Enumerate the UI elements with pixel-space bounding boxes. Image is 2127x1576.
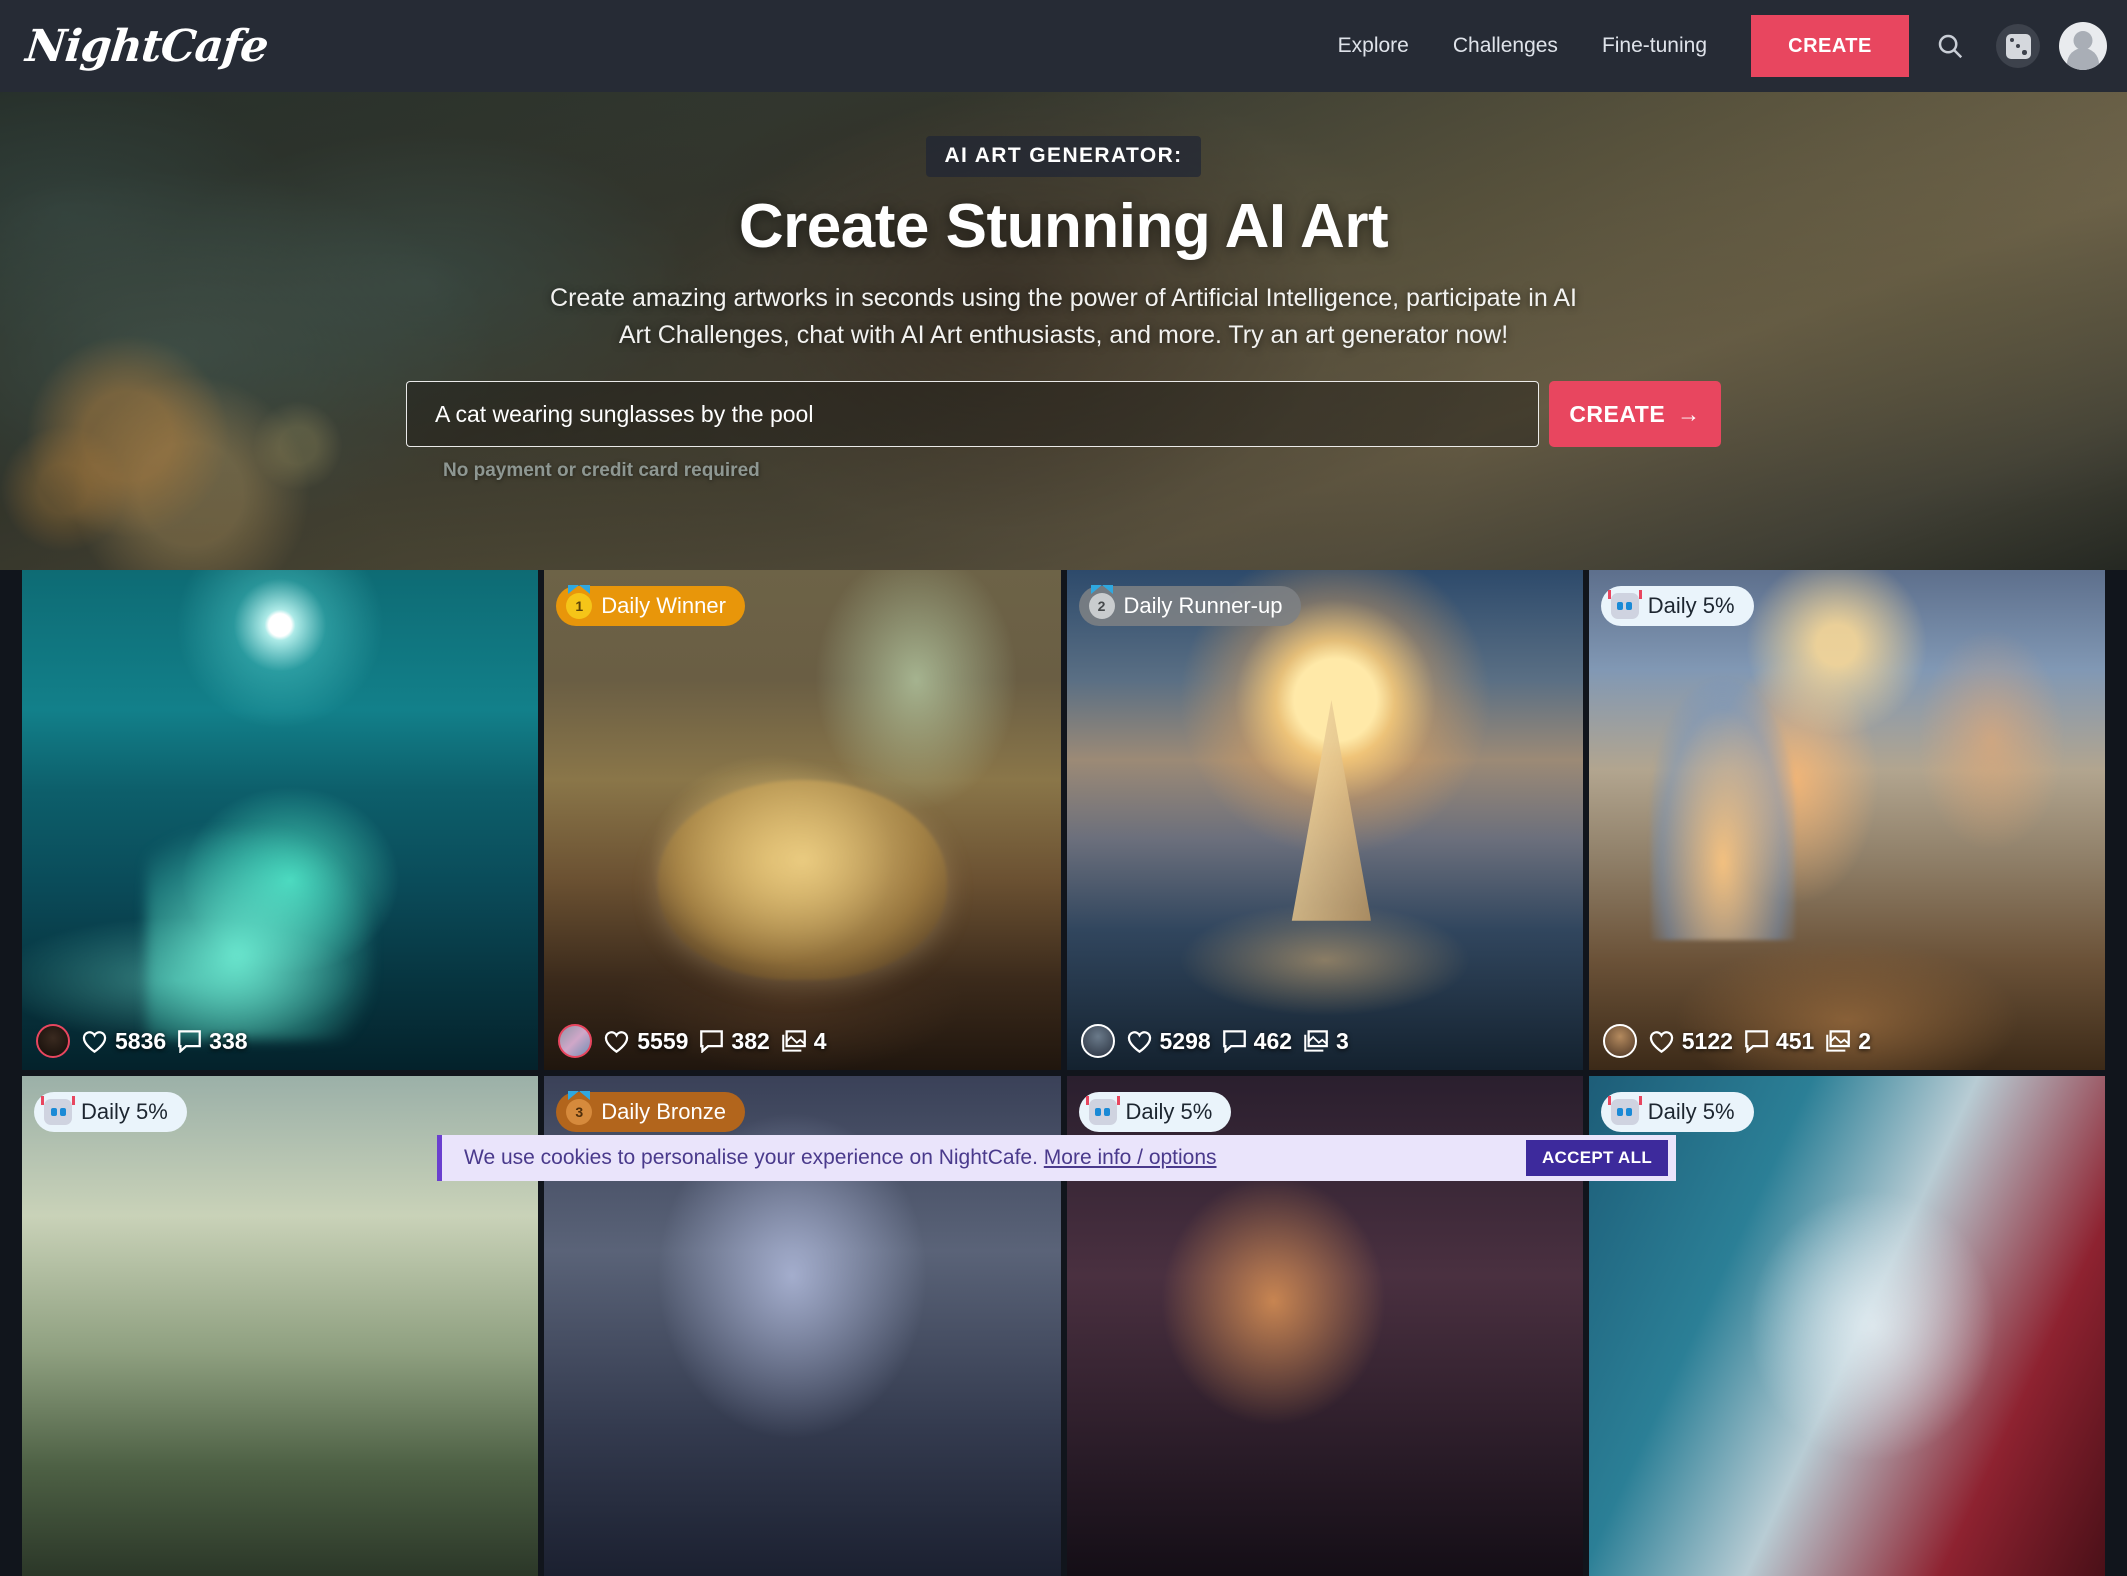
badge-label: Daily 5%	[1648, 593, 1735, 619]
image-count-stat[interactable]: 3	[1303, 1028, 1349, 1055]
badge-label: Daily 5%	[1648, 1099, 1735, 1125]
search-icon[interactable]	[1923, 19, 1977, 73]
bronze-medal-icon: 3	[566, 1099, 592, 1125]
nav-item-explore[interactable]: Explore	[1316, 34, 1431, 58]
artwork-stats: 5836 338	[36, 1024, 248, 1058]
like-stat[interactable]: 5298	[1126, 1028, 1211, 1055]
robot-icon	[1611, 593, 1639, 619]
nav-item-challenges[interactable]: Challenges	[1431, 34, 1580, 58]
comment-count: 462	[1254, 1028, 1292, 1055]
prompt-row: CREATE →	[406, 381, 1721, 447]
user-avatar-icon[interactable]	[2059, 22, 2107, 70]
daily-5-percent-badge: Daily 5%	[1601, 586, 1754, 626]
robot-icon	[44, 1099, 72, 1125]
daily-5-percent-badge: Daily 5%	[34, 1092, 187, 1132]
hero-create-label: CREATE	[1569, 401, 1665, 428]
comment-count: 382	[731, 1028, 769, 1055]
daily-winner-badge: 1 Daily Winner	[556, 586, 745, 626]
nightcafe-logo[interactable]: NightCafe	[23, 21, 270, 72]
like-stat[interactable]: 5559	[603, 1028, 688, 1055]
silver-medal-icon: 2	[1089, 593, 1115, 619]
avatar-body	[2067, 48, 2099, 70]
daily-bronze-badge: 3 Daily Bronze	[556, 1092, 745, 1132]
creator-avatar[interactable]	[558, 1024, 592, 1058]
hero-section: AI ART GENERATOR: Create Stunning AI Art…	[0, 92, 2127, 570]
header-create-button[interactable]: CREATE	[1751, 15, 1909, 77]
image-count-stat[interactable]: 2	[1825, 1028, 1871, 1055]
like-count: 5122	[1682, 1028, 1733, 1055]
artwork-gallery: 5836 338 1 Daily Winner 5559 382	[0, 570, 2127, 1187]
artwork-card[interactable]: 2 Daily Runner-up 5298 462 3	[1067, 570, 1583, 1070]
artwork-stats: 5559 382 4	[558, 1024, 826, 1058]
artwork-image	[1589, 570, 2105, 1070]
robot-icon	[1611, 1099, 1639, 1125]
artwork-image	[544, 570, 1060, 1070]
robot-icon	[1089, 1099, 1117, 1125]
cookie-banner: We use cookies to personalise your exper…	[437, 1135, 1676, 1181]
hero-create-button[interactable]: CREATE →	[1549, 381, 1721, 447]
comment-count: 451	[1776, 1028, 1814, 1055]
image-count: 4	[814, 1028, 827, 1055]
like-stat[interactable]: 5836	[81, 1028, 166, 1055]
daily-5-percent-badge: Daily 5%	[1601, 1092, 1754, 1132]
like-stat[interactable]: 5122	[1648, 1028, 1733, 1055]
accept-all-button[interactable]: ACCEPT ALL	[1526, 1140, 1668, 1176]
image-count-stat[interactable]: 4	[781, 1028, 827, 1055]
image-count: 2	[1858, 1028, 1871, 1055]
dice-circle	[1996, 24, 2040, 68]
daily-5-percent-badge: Daily 5%	[1079, 1092, 1232, 1132]
comment-stat[interactable]: 462	[1222, 1028, 1292, 1055]
hero-eyebrow-badge: AI ART GENERATOR:	[926, 136, 1200, 177]
nav-item-fine-tuning[interactable]: Fine-tuning	[1580, 34, 1729, 58]
main-navigation: Explore Challenges Fine-tuning CREATE	[1316, 15, 2127, 77]
comment-stat[interactable]: 451	[1744, 1028, 1814, 1055]
cookie-text-label: We use cookies to personalise your exper…	[464, 1146, 1038, 1169]
comment-stat[interactable]: 338	[177, 1028, 247, 1055]
hero-disclaimer: No payment or credit card required	[443, 460, 760, 482]
cookie-message: We use cookies to personalise your exper…	[464, 1146, 1217, 1170]
prompt-input[interactable]	[406, 381, 1539, 447]
site-header: NightCafe Explore Challenges Fine-tuning…	[0, 0, 2127, 92]
like-count: 5298	[1160, 1028, 1211, 1055]
daily-runner-up-badge: 2 Daily Runner-up	[1079, 586, 1302, 626]
like-count: 5559	[637, 1028, 688, 1055]
image-count: 3	[1336, 1028, 1349, 1055]
artwork-image	[1067, 570, 1583, 1070]
badge-label: Daily 5%	[1126, 1099, 1213, 1125]
like-count: 5836	[115, 1028, 166, 1055]
cookie-more-info-link[interactable]: More info / options	[1044, 1146, 1217, 1169]
comment-stat[interactable]: 382	[699, 1028, 769, 1055]
artwork-stats: 5298 462 3	[1081, 1024, 1349, 1058]
badge-label: Daily Runner-up	[1124, 593, 1283, 619]
artwork-card[interactable]: Daily 5% 5122 451 2	[1589, 570, 2105, 1070]
creator-avatar[interactable]	[1081, 1024, 1115, 1058]
artwork-stats: 5122 451 2	[1603, 1024, 1871, 1058]
dice-icon[interactable]	[1991, 19, 2045, 73]
hero-subtitle: Create amazing artworks in seconds using…	[549, 280, 1579, 353]
creator-avatar[interactable]	[1603, 1024, 1637, 1058]
dice-face	[2006, 34, 2031, 59]
hero-title: Create Stunning AI Art	[739, 191, 1388, 262]
comment-count: 338	[209, 1028, 247, 1055]
gold-medal-icon: 1	[566, 593, 592, 619]
artwork-image	[22, 570, 538, 1070]
badge-label: Daily 5%	[81, 1099, 168, 1125]
badge-label: Daily Winner	[601, 593, 726, 619]
badge-label: Daily Bronze	[601, 1099, 726, 1125]
artwork-card[interactable]: 5836 338	[22, 570, 538, 1070]
artwork-card[interactable]: 1 Daily Winner 5559 382 4	[544, 570, 1060, 1070]
arrow-right-icon: →	[1677, 401, 1701, 428]
creator-avatar[interactable]	[36, 1024, 70, 1058]
